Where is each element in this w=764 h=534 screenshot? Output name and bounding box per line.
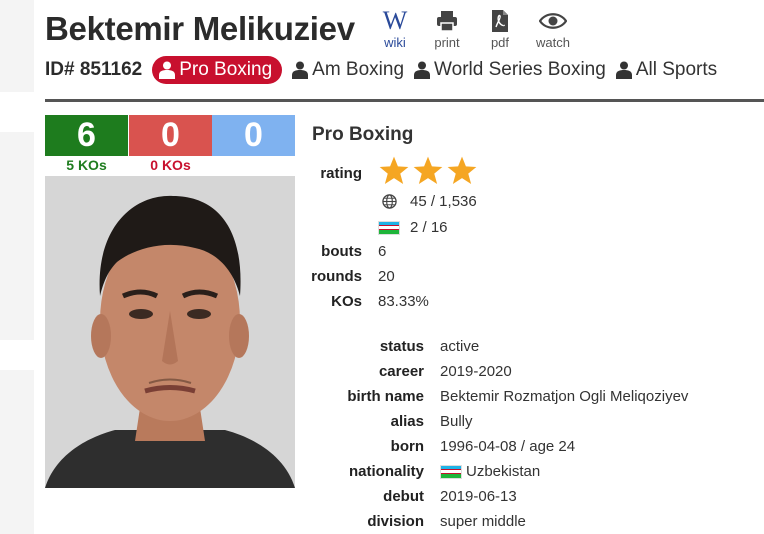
person-icon <box>159 61 176 79</box>
tab-am-boxing[interactable]: Am Boxing <box>292 59 404 81</box>
tab-all-sports[interactable]: All Sports <box>615 59 718 81</box>
print-label: print <box>434 35 460 50</box>
wikipedia-icon: W <box>382 6 408 35</box>
country-rank-value: 2 / 16 <box>410 219 448 236</box>
country-rank-row[interactable]: 2 / 16 <box>378 219 448 236</box>
rating-stars <box>378 156 478 186</box>
career-label: career <box>378 363 424 380</box>
birth-name-label: birth name <box>347 388 424 405</box>
watch-button[interactable]: watch <box>530 8 576 50</box>
kos-value: 83.33% <box>378 293 429 310</box>
header-divider <box>45 99 764 102</box>
person-icon <box>414 61 431 79</box>
wiki-label: wiki <box>384 35 406 50</box>
left-gutter <box>0 0 34 534</box>
tab-label: Pro Boxing <box>179 59 273 80</box>
losses-count: 0 <box>129 115 212 156</box>
debut-label: debut <box>383 488 424 505</box>
watch-label: watch <box>536 35 570 50</box>
pdf-icon <box>485 8 515 34</box>
star-icon <box>379 156 409 185</box>
career-value: 2019-2020 <box>440 363 512 380</box>
rounds-label: rounds <box>311 268 362 285</box>
tab-label: All Sports <box>635 59 718 80</box>
globe-icon <box>378 194 400 209</box>
birth-name-value: Bektemir Rozmatjon Ogli Meliqoziyev <box>440 388 689 405</box>
bouts-value: 6 <box>378 243 387 260</box>
boxer-id: ID# 851162 <box>45 59 143 80</box>
gutter-notch <box>0 92 34 132</box>
wins-count: 6 <box>45 115 128 156</box>
star-icon <box>447 156 477 185</box>
pdf-button[interactable]: pdf <box>485 8 515 50</box>
print-button[interactable]: print <box>430 8 464 50</box>
tab-pro-boxing[interactable]: Pro Boxing <box>152 56 283 84</box>
id-and-sports-row: ID# 851162 Pro Boxing Am Boxing World Se… <box>45 54 727 86</box>
uzbekistan-flag-icon <box>378 220 400 235</box>
world-rank-value: 45 / 1,536 <box>410 193 477 210</box>
nationality-text: Uzbekistan <box>466 463 541 480</box>
wiki-link[interactable]: W wiki <box>378 6 412 50</box>
rounds-value: 20 <box>378 268 395 285</box>
division-value: super middle <box>440 513 526 530</box>
person-icon <box>615 61 632 79</box>
tab-label: Am Boxing <box>312 59 405 80</box>
tab-world-series-boxing[interactable]: World Series Boxing <box>414 59 606 81</box>
boxer-photo <box>45 176 295 488</box>
kos-label: KOs <box>331 293 362 310</box>
pdf-label: pdf <box>490 35 510 50</box>
wins-ko-count: 5 KOs <box>66 157 107 173</box>
section-title: Pro Boxing <box>312 124 414 145</box>
eye-icon <box>530 8 576 34</box>
born-label: born <box>390 438 424 455</box>
division-label: division <box>367 513 424 530</box>
alias-label: alias <box>390 413 424 430</box>
losses-ko-count: 0 KOs <box>150 157 191 173</box>
boxer-name: Bektemir Melikuziev <box>45 10 355 47</box>
tab-label: World Series Boxing <box>434 59 606 80</box>
status-label: status <box>379 338 424 355</box>
alias-value: Bully <box>440 413 473 430</box>
uzbekistan-flag-icon <box>440 464 462 479</box>
debut-value: 2019-06-13 <box>440 488 517 505</box>
printer-icon <box>430 8 464 34</box>
draws-count: 0 <box>212 115 295 156</box>
bouts-label: bouts <box>321 243 362 260</box>
rating-label: rating <box>320 165 362 182</box>
gutter-notch <box>0 340 34 370</box>
world-rank-row[interactable]: 45 / 1,536 <box>378 193 477 210</box>
star-icon <box>413 156 443 185</box>
nationality-value[interactable]: Uzbekistan <box>440 463 540 480</box>
nationality-label: nationality <box>348 463 424 480</box>
born-value: 1996-04-08 / age 24 <box>440 438 576 455</box>
status-value: active <box>440 338 480 355</box>
person-icon <box>292 61 309 79</box>
